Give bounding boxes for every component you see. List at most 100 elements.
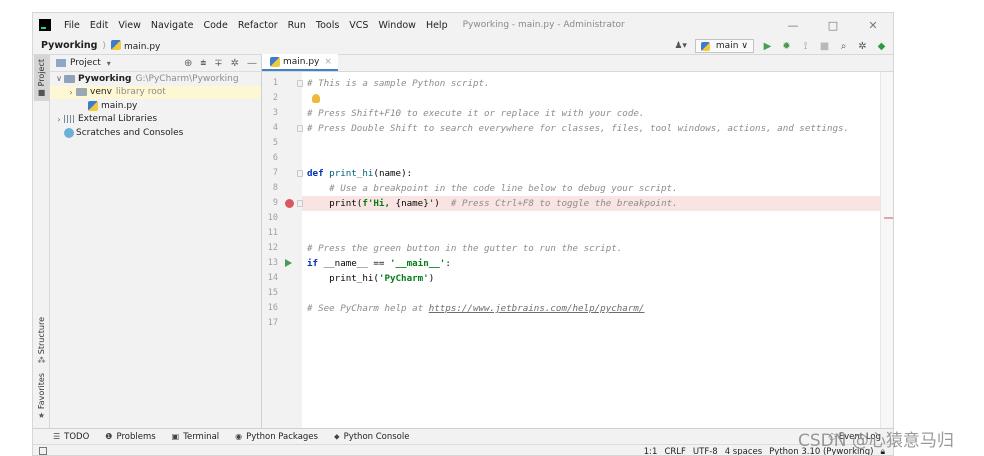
- minimize-button[interactable]: —: [773, 13, 813, 37]
- breakpoint-icon[interactable]: [285, 199, 294, 208]
- tool-button-python-packages[interactable]: ◉ Python Packages: [235, 432, 318, 442]
- menu-tools[interactable]: Tools: [311, 20, 344, 31]
- code-area[interactable]: # This is a sample Python script. # Press…: [297, 72, 880, 428]
- tree-item[interactable]: ∨ Pyworking G:\PyCharm\Pyworking: [50, 72, 261, 86]
- fold-marker-icon[interactable]: [297, 80, 303, 87]
- close-window-button[interactable]: ✕: [853, 13, 893, 37]
- code-line[interactable]: [302, 286, 880, 301]
- editor-gutter[interactable]: 1 2 3 4 5 6 7 8 9 10 11 12 13 14 15 16 17: [262, 72, 302, 428]
- project-view-title[interactable]: Project: [70, 58, 101, 68]
- settings-gear-icon[interactable]: ✲: [857, 41, 868, 52]
- code-line[interactable]: [302, 136, 880, 151]
- code-line[interactable]: print_hi('PyCharm'): [302, 271, 880, 286]
- tree-item[interactable]: Scratches and Consoles: [50, 126, 261, 140]
- run-configuration-select[interactable]: main ∨: [694, 39, 754, 53]
- tool-button-problems[interactable]: ❶ Problems: [105, 432, 155, 442]
- tree-item[interactable]: main.py: [50, 99, 261, 113]
- chevron-right-icon[interactable]: ›: [54, 115, 64, 124]
- code-line[interactable]: # Press Double Shift to search everywher…: [297, 121, 880, 136]
- close-tab-icon[interactable]: ×: [324, 57, 332, 67]
- file-encoding[interactable]: UTF-8: [693, 447, 718, 456]
- code-line[interactable]: [302, 151, 880, 166]
- menu-code[interactable]: Code: [198, 20, 232, 31]
- hide-panel-icon[interactable]: —: [247, 58, 257, 69]
- expand-all-icon[interactable]: ⩧: [200, 58, 206, 69]
- menu-navigate[interactable]: Navigate: [146, 20, 199, 31]
- code-line[interactable]: [302, 91, 880, 106]
- menu-window[interactable]: Window: [373, 20, 420, 31]
- editor-tab-main-py[interactable]: main.py ×: [262, 54, 338, 71]
- menu-edit[interactable]: Edit: [85, 20, 113, 31]
- menu-vcs[interactable]: VCS: [344, 20, 373, 31]
- code-line[interactable]: # Press Shift+F10 to execute it or repla…: [302, 106, 880, 121]
- chevron-right-icon[interactable]: ›: [66, 88, 76, 97]
- gutter-line[interactable]: 4: [262, 121, 302, 136]
- chevron-down-icon[interactable]: ∨: [54, 74, 64, 83]
- indent-setting[interactable]: 4 spaces: [725, 447, 762, 456]
- fold-marker-icon[interactable]: [297, 170, 303, 177]
- breakpoint-marker[interactable]: [884, 217, 893, 219]
- breadcrumb-project[interactable]: Pyworking: [41, 40, 97, 51]
- gutter-line[interactable]: 11: [262, 226, 302, 241]
- tool-button-python-console[interactable]: ⬥ Python Console: [334, 432, 410, 442]
- debug-icon[interactable]: ✹: [781, 41, 792, 52]
- menu-help[interactable]: Help: [421, 20, 453, 31]
- code-line[interactable]: def print_hi(name):: [297, 166, 880, 181]
- menu-refactor[interactable]: Refactor: [233, 20, 283, 31]
- user-menu-icon[interactable]: ♟▾: [674, 41, 687, 51]
- menu-file[interactable]: File: [59, 20, 85, 31]
- gutter-line[interactable]: 17: [262, 316, 302, 331]
- gutter-line[interactable]: 15: [262, 286, 302, 301]
- run-icon[interactable]: ▶: [762, 41, 773, 52]
- line-separator[interactable]: CRLF: [664, 447, 685, 456]
- code-line[interactable]: [302, 316, 880, 331]
- toggle-tool-windows-icon[interactable]: [39, 447, 47, 455]
- code-line[interactable]: # This is a sample Python script.: [297, 76, 880, 91]
- tree-item[interactable]: › External Libraries: [50, 113, 261, 127]
- menu-view[interactable]: View: [113, 20, 146, 31]
- code-line[interactable]: [302, 226, 880, 241]
- tool-tab-favorites[interactable]: Favorites ★: [34, 373, 49, 420]
- fold-marker-icon[interactable]: [297, 200, 303, 207]
- chevron-down-icon[interactable]: ▾: [107, 59, 111, 68]
- tool-button-terminal[interactable]: ▣ Terminal: [172, 432, 219, 442]
- code-line[interactable]: # Press the green button in the gutter t…: [302, 241, 880, 256]
- gutter-line[interactable]: 7: [262, 166, 302, 181]
- gutter-line[interactable]: 3: [262, 106, 302, 121]
- coverage-icon[interactable]: ⟟: [800, 41, 811, 52]
- gutter-line[interactable]: 16: [262, 301, 302, 316]
- editor-vertical-scrollbar[interactable]: [880, 72, 893, 428]
- gutter-line[interactable]: 6: [262, 151, 302, 166]
- tool-tab-structure[interactable]: Structure ⁂: [34, 317, 49, 365]
- gear-icon[interactable]: ✲: [231, 58, 239, 69]
- breadcrumb-file[interactable]: main.py: [110, 39, 160, 52]
- gutter-line[interactable]: 12: [262, 241, 302, 256]
- lightbulb-icon[interactable]: [312, 94, 320, 103]
- code-line[interactable]: [302, 211, 880, 226]
- collapse-all-icon[interactable]: ∓: [214, 58, 222, 69]
- gutter-line[interactable]: 8: [262, 181, 302, 196]
- tool-button-todo[interactable]: ☰ TODO: [53, 432, 89, 442]
- fold-marker-icon[interactable]: [297, 125, 303, 132]
- tree-item[interactable]: › venv library root: [50, 85, 261, 99]
- gutter-line[interactable]: 10: [262, 211, 302, 226]
- gutter-line[interactable]: 1: [262, 76, 302, 91]
- code-line[interactable]: print(f'Hi, {name}') # Press Ctrl+F8 to …: [297, 196, 880, 211]
- plugin-icon[interactable]: ◆: [876, 41, 887, 52]
- gutter-line[interactable]: 13: [262, 256, 302, 271]
- run-gutter-icon[interactable]: [285, 259, 292, 267]
- search-icon[interactable]: ⌕: [838, 41, 849, 52]
- code-line[interactable]: # See PyCharm help at https://www.jetbra…: [302, 301, 880, 316]
- caret-position[interactable]: 1:1: [644, 447, 658, 456]
- maximize-button[interactable]: □: [813, 13, 853, 37]
- locate-file-icon[interactable]: ⊕: [184, 58, 192, 69]
- code-line[interactable]: if __name__ == '__main__':: [302, 256, 880, 271]
- gutter-line[interactable]: 2: [262, 91, 302, 106]
- gutter-line[interactable]: 14: [262, 271, 302, 286]
- stop-icon[interactable]: ■: [819, 41, 830, 52]
- gutter-line[interactable]: 5: [262, 136, 302, 151]
- menu-run[interactable]: Run: [283, 20, 311, 31]
- code-line[interactable]: # Use a breakpoint in the code line belo…: [302, 181, 880, 196]
- tool-tab-project[interactable]: Project ■: [34, 55, 49, 102]
- gutter-line[interactable]: 9: [262, 196, 302, 211]
